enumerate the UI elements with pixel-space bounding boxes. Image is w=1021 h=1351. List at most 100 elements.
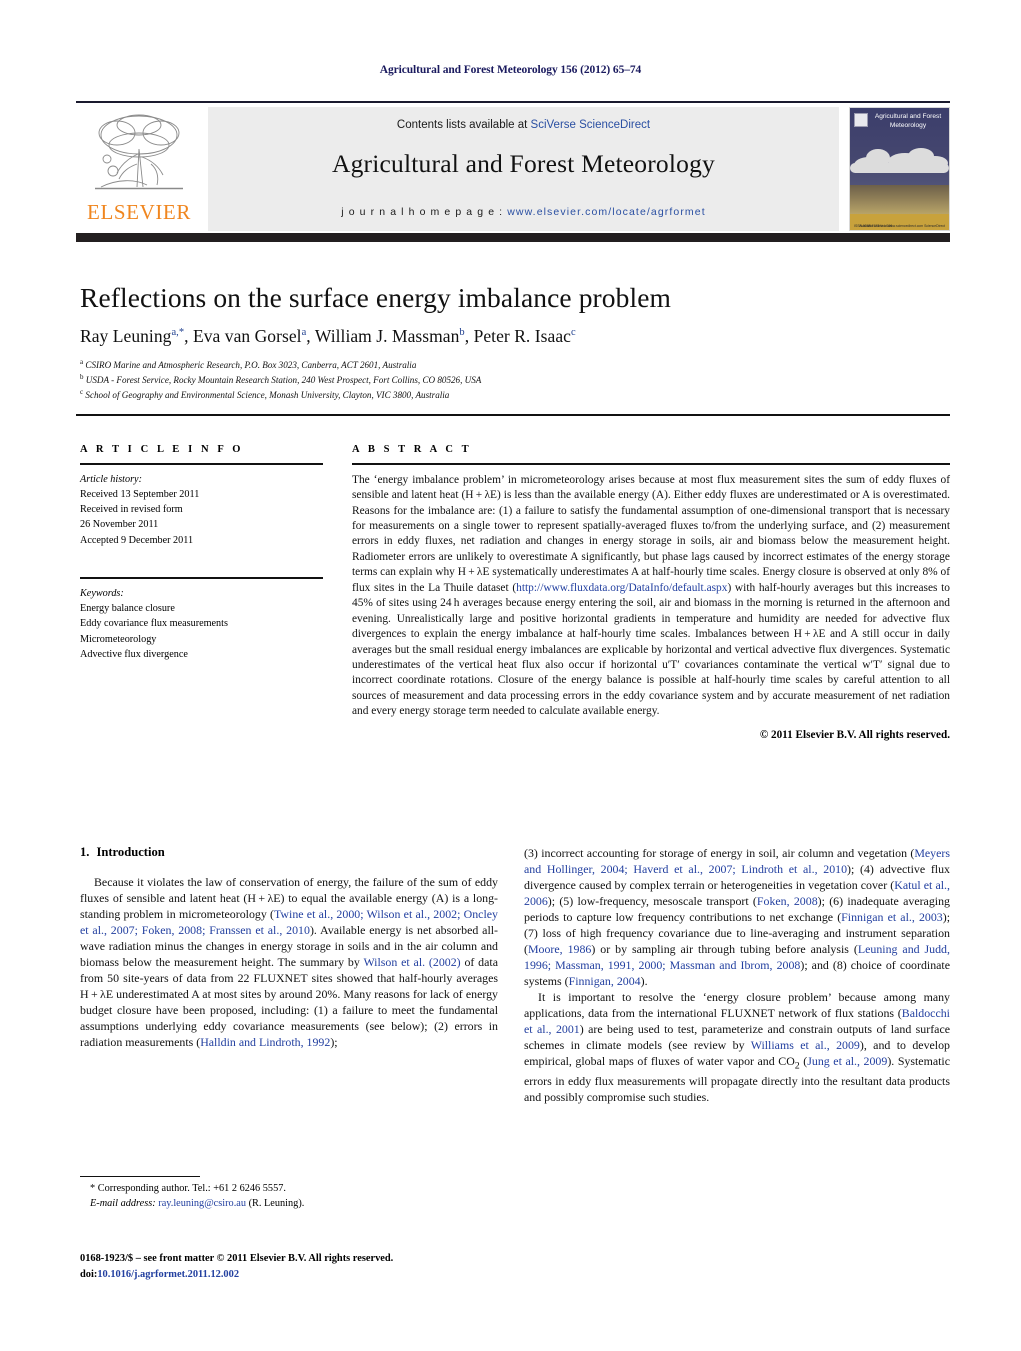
affiliation-mark-1: b — [80, 373, 84, 382]
elsevier-logo: ELSEVIER — [76, 107, 202, 231]
intro-p2-cite4[interactable]: Finnigan et al., 2003 — [841, 910, 943, 924]
article-history-block: Article history: Received 13 September 2… — [80, 472, 323, 548]
masthead-bottom-rule — [76, 233, 950, 242]
article-history-item: Accepted 9 December 2011 — [80, 534, 194, 546]
intro-p1-cite3[interactable]: Halldin and Lindroth, 1992 — [200, 1035, 330, 1049]
article-history-item: Received 13 September 2011 — [80, 488, 200, 500]
cover-footer-right-text: Available online at www.sciencedirect.co… — [859, 223, 946, 228]
affiliation-mark-2: c — [80, 388, 84, 397]
journal-banner: Contents lists available at SciVerse Sci… — [208, 107, 839, 231]
abstract-part-1: The ‘energy imbalance problem’ in microm… — [352, 473, 950, 594]
intro-p1-cite2[interactable]: Wilson et al. (2002) — [363, 955, 460, 969]
abstract-column: A B S T R A C T The ‘energy imbalance pr… — [352, 444, 950, 741]
author-marks-2: b — [459, 327, 465, 339]
issn-copyright-block: 0168-1923/$ – see front matter © 2011 El… — [80, 1251, 510, 1282]
article-info-heading: A R T I C L E I N F O — [80, 444, 244, 455]
keywords-rule — [80, 577, 323, 579]
author-marks-3: c — [570, 327, 576, 339]
abstract-heading: A B S T R A C T — [352, 444, 472, 455]
affiliation-text-0: CSIRO Marine and Atmospheric Research, P… — [85, 360, 417, 371]
keywords-label: Keywords: — [80, 587, 124, 599]
email-label: E-mail address: — [90, 1198, 156, 1210]
cover-footer-band: ISSN 0168-1923 Vol. 156 Available online… — [850, 214, 949, 230]
body-column-right: (3) incorrect accounting for storage of … — [524, 845, 950, 1105]
intro-p1-d: ); — [330, 1035, 338, 1049]
author-marks-1: a — [301, 327, 307, 339]
doi-link[interactable]: 10.1016/j.agrformet.2011.12.002 — [97, 1269, 239, 1280]
intro-p2-cite7[interactable]: Finnigan, 2004 — [569, 974, 641, 988]
body-column-left: 1. Introduction Because it violates the l… — [80, 845, 498, 1050]
intro-p3-a: It is important to resolve the ‘energy c… — [524, 990, 950, 1020]
article-history-item: 26 November 2011 — [80, 519, 159, 531]
article-info-column: A R T I C L E I N F O Article history: R… — [80, 444, 323, 662]
intro-p2-c: ); (5) low-frequency, mesoscale transpor… — [547, 894, 757, 908]
keyword-item: Advective flux divergence — [80, 648, 188, 660]
intro-p3-cite3[interactable]: Jung et al., 2009 — [807, 1054, 887, 1068]
abstract-part-2: ) with half-hourly averages but this inc… — [352, 581, 950, 718]
abstract-fluxdata-link[interactable]: http://www.fluxdata.org/DataInfo/default… — [516, 582, 727, 594]
abstract-body: The ‘energy imbalance problem’ in microm… — [352, 473, 950, 720]
cover-clouds — [850, 147, 949, 179]
keyword-item: Micrometeorology — [80, 633, 157, 645]
keyword-item: Energy balance closure — [80, 602, 175, 614]
article-info-rule — [80, 463, 323, 465]
article-history-label: Article history: — [80, 473, 142, 485]
intro-p2-h: ). — [640, 974, 648, 988]
journal-cover-thumbnail: Agricultural and Forest Meteorology ISSN… — [849, 107, 950, 231]
affiliation-mark-0: a — [80, 358, 84, 366]
introduction-number: 1. — [80, 845, 90, 859]
abstract-section-top-rule — [76, 414, 950, 417]
intro-paragraph-1: Because it violates the law of conservat… — [80, 874, 498, 1050]
keyword-item: Eddy covariance flux measurements — [80, 618, 228, 630]
abstract-rule — [352, 463, 950, 465]
author-name-2: William J. Massman — [314, 326, 460, 346]
affiliation-text-1: USDA - Forest Service, Rocky Mountain Re… — [85, 375, 482, 386]
affiliation-row: c School of Geography and Environmental … — [80, 387, 880, 402]
doi-label: doi: — [80, 1268, 98, 1280]
intro-p2-cite3[interactable]: Foken, 2008 — [757, 894, 818, 908]
email-link[interactable]: ray.leuning@csiro.au — [158, 1198, 246, 1209]
intro-paragraph-3: It is important to resolve the ‘energy c… — [524, 989, 950, 1105]
cover-elsevier-mark-icon — [854, 113, 868, 127]
article-history-item: Received in revised form — [80, 504, 183, 516]
footnote-rule — [80, 1176, 200, 1178]
paper-page: Agricultural and Forest Meteorology 156 … — [0, 0, 1021, 1351]
intro-p3-cite2[interactable]: Williams et al., 2009 — [751, 1038, 860, 1052]
intro-p2-a: (3) incorrect accounting for storage of … — [524, 846, 915, 860]
journal-masthead: ELSEVIER Contents lists available at Sci… — [76, 101, 950, 231]
affiliation-row: b USDA - Forest Service, Rocky Mountain … — [80, 372, 880, 387]
keywords-block: Keywords: Energy balance closure Eddy co… — [80, 586, 323, 662]
email-suffix: (R. Leuning). — [246, 1198, 305, 1210]
doi-line: doi:10.1016/j.agrformet.2011.12.002 — [80, 1267, 510, 1283]
contents-list-line: Contents lists available at SciVerse Sci… — [208, 119, 839, 131]
author-name-1: Eva van Gorsel — [192, 326, 302, 346]
corresponding-author-note: * Corresponding author. Tel.: +61 2 6246… — [90, 1183, 286, 1195]
running-head: Agricultural and Forest Meteorology 156 … — [379, 64, 642, 76]
affiliation-text-2: School of Geography and Environmental Sc… — [85, 390, 450, 401]
homepage-url[interactable]: www.elsevier.com/locate/agrformet — [507, 206, 706, 218]
article-info-spacer — [80, 548, 323, 569]
cover-landscape — [850, 184, 949, 215]
sciencedirect-link[interactable]: SciVerse ScienceDirect — [531, 119, 651, 131]
email-note: E-mail address: ray.leuning@csiro.au (R.… — [80, 1197, 498, 1212]
cover-journal-title: Agricultural and Forest Meteorology — [874, 113, 942, 129]
issn-front-matter: 0168-1923/$ – see front matter © 2011 El… — [80, 1253, 394, 1264]
journal-homepage-line: j o u r n a l h o m e p a g e : www.else… — [208, 206, 839, 218]
footnote-area: * Corresponding author. Tel.: +61 2 6246… — [80, 1176, 498, 1212]
contents-prefix: Contents lists available at — [396, 119, 531, 131]
page-title: Reflections on the surface energy imbala… — [80, 282, 672, 313]
author-list: Ray Leuninga,*, Eva van Gorsela, William… — [80, 326, 576, 346]
affiliation-list: a CSIRO Marine and Atmospheric Research,… — [80, 357, 880, 402]
affiliation-row: a CSIRO Marine and Atmospheric Research,… — [80, 357, 880, 372]
intro-paragraph-2: (3) incorrect accounting for storage of … — [524, 845, 950, 989]
author-name-0: Ray Leuning — [80, 326, 172, 346]
introduction-heading-label: Introduction — [96, 845, 165, 859]
homepage-label: j o u r n a l h o m e p a g e : — [341, 206, 508, 218]
intro-p2-cite5[interactable]: Moore, 1986 — [528, 942, 591, 956]
elsevier-wordmark: ELSEVIER — [87, 200, 191, 224]
author-name-3: Peter R. Isaac — [473, 326, 571, 346]
elsevier-tree-icon — [95, 114, 183, 190]
journal-title: Agricultural and Forest Meteorology — [331, 149, 716, 178]
abstract-copyright: © 2011 Elsevier B.V. All rights reserved… — [759, 728, 950, 741]
introduction-heading: 1. Introduction — [80, 845, 498, 860]
